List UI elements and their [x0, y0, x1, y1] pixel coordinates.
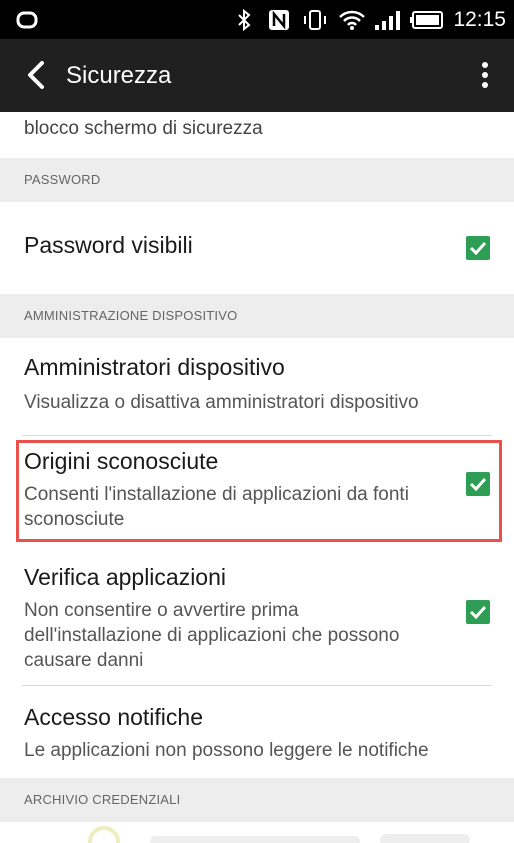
setting-title: Accesso notifiche — [24, 704, 203, 730]
password-visibili-checkbox[interactable] — [466, 236, 490, 260]
section-header-label: AMMINISTRAZIONE DISPOSITIVO — [24, 308, 238, 323]
overflow-menu-icon[interactable] — [470, 53, 500, 97]
nfc-icon — [265, 0, 293, 39]
verifica-applicazioni-checkbox[interactable] — [466, 600, 490, 624]
checkmark-icon — [469, 241, 487, 256]
vibrate-icon — [298, 0, 332, 39]
setting-verifica-applicazioni[interactable]: Verifica applicazioni Non consentire o a… — [0, 550, 514, 686]
setting-subtitle: Le applicazioni non possono leggere le n… — [24, 740, 429, 761]
partial-item-subtitle: blocco schermo di sicurezza — [24, 118, 263, 139]
battery-icon — [408, 0, 446, 39]
status-bar: 12:15 — [0, 0, 514, 39]
status-time: 12:15 — [453, 8, 506, 31]
section-header-label: PASSWORD — [24, 172, 101, 187]
setting-subtitle: Visualizza o disattiva amministratori di… — [24, 392, 419, 413]
watermark-logo — [0, 812, 514, 843]
settings-list[interactable]: blocco schermo di sicurezza PASSWORD Pas… — [0, 112, 514, 843]
setting-subtitle: Non consentire o avvertire prima dell'in… — [24, 600, 400, 671]
bluetooth-icon — [232, 0, 256, 39]
setting-amministratori-dispositivo[interactable]: Amministratori dispositivo Visualizza o … — [0, 338, 514, 436]
page-title: Sicurezza — [66, 62, 172, 89]
highlight-box — [16, 440, 502, 542]
setting-accesso-notifiche[interactable]: Accesso notifiche Le applicazioni non po… — [0, 686, 514, 778]
section-header-password: PASSWORD — [0, 158, 514, 202]
setting-password-visibili[interactable]: Password visibili — [0, 202, 514, 294]
action-bar: Sicurezza — [0, 39, 514, 112]
signal-icon — [372, 0, 404, 39]
setting-title: Password visibili — [24, 232, 193, 258]
section-header-amministrazione: AMMINISTRAZIONE DISPOSITIVO — [0, 294, 514, 338]
htc-logo-icon — [10, 0, 44, 39]
wifi-icon — [336, 0, 368, 39]
setting-title: Verifica applicazioni — [24, 564, 227, 590]
back-arrow-icon[interactable] — [14, 53, 58, 97]
setting-title: Amministratori dispositivo — [24, 354, 285, 380]
checkmark-icon — [469, 605, 487, 620]
